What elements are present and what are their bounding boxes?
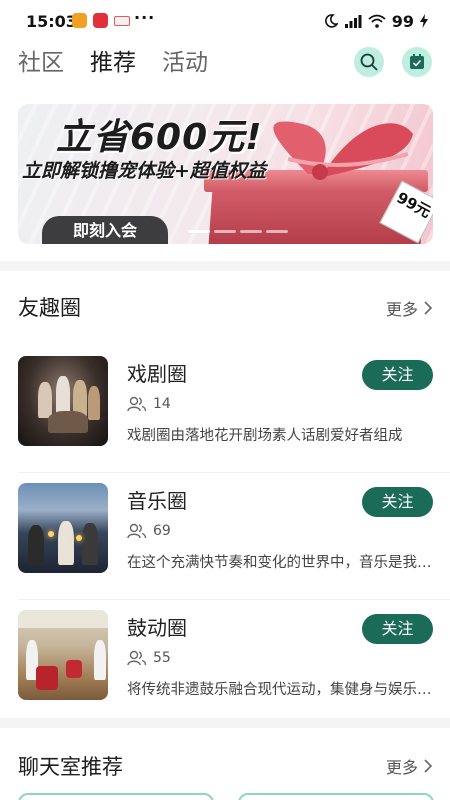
- circle-item[interactable]: 鼓动圈 55 将传统非遗鼓乐融合现代运动，集健身与娱乐于一体 关注: [0, 600, 450, 727]
- chatroom-more-link[interactable]: 更多: [386, 754, 432, 778]
- circles-section-title: 友趣圈: [18, 296, 81, 320]
- member-count-value: 55: [153, 650, 171, 666]
- charging-icon: [420, 14, 428, 28]
- section-divider: [0, 718, 450, 728]
- search-icon: [360, 53, 378, 71]
- tab-activity[interactable]: 活动: [162, 46, 208, 82]
- search-button[interactable]: [354, 47, 384, 77]
- circle-name: 音乐圈: [127, 489, 187, 513]
- member-count: 55: [127, 650, 171, 666]
- notification-app-icon: [72, 13, 87, 28]
- more-notifications-icon: ···: [134, 8, 156, 27]
- ribbon-bow-image: [273, 121, 413, 180]
- circle-thumbnail: [18, 356, 108, 446]
- banner-headline: 立省600元!: [56, 117, 263, 158]
- promo-banner[interactable]: 99元 立省600元! 立即解锁撸宠体验+超值权益 即刻入会: [18, 104, 433, 244]
- more-label: 更多: [385, 758, 418, 777]
- tab-recommend[interactable]: 推荐: [90, 46, 136, 83]
- chevron-right-icon: [424, 759, 432, 773]
- follow-button[interactable]: 关注: [362, 614, 433, 644]
- member-count-value: 14: [153, 396, 171, 412]
- section-divider: [0, 261, 450, 271]
- app-page: 15:03 ··· 99 社区 推荐 活动 99元 立省600元! 立即解锁撸宠…: [0, 0, 450, 800]
- circle-description: 将传统非遗鼓乐融合现代运动，集健身与娱乐于一体: [127, 682, 435, 698]
- member-count-value: 69: [153, 523, 171, 539]
- battery-level: 99: [391, 11, 414, 31]
- top-tabs: 社区 推荐 活动: [18, 46, 208, 83]
- chatroom-section-title: 聊天室推荐: [18, 755, 123, 779]
- circle-description: 戏剧圈由落地花开剧场素人话剧爱好者组成: [127, 428, 403, 444]
- calendar-check-icon: [410, 54, 424, 69]
- members-icon: [127, 650, 147, 666]
- status-indicators: 99: [324, 10, 428, 32]
- more-label: 更多: [385, 300, 418, 319]
- member-count: 14: [127, 396, 171, 412]
- chatroom-card[interactable]: [18, 793, 214, 800]
- status-time: 15:03: [26, 12, 77, 31]
- follow-button[interactable]: 关注: [362, 360, 433, 390]
- chevron-right-icon: [424, 301, 432, 315]
- pagination-dot: [214, 230, 236, 233]
- notification-app-icon: [114, 16, 130, 26]
- follow-button[interactable]: 关注: [362, 487, 433, 517]
- pagination-dot: [266, 230, 288, 233]
- tab-community[interactable]: 社区: [18, 46, 64, 82]
- circle-thumbnail: [18, 483, 108, 573]
- status-bar: 15:03 ··· 99: [0, 0, 450, 42]
- moon-icon: [324, 14, 338, 28]
- pagination-dot: [188, 230, 210, 233]
- circle-thumbnail: [18, 610, 108, 700]
- member-count: 69: [127, 523, 171, 539]
- circle-name: 鼓动圈: [127, 616, 187, 640]
- circles-more-link[interactable]: 更多: [386, 296, 432, 320]
- checkin-button[interactable]: [402, 47, 432, 77]
- circle-description: 在这个充满快节奏和变化的世界中，音乐是我们的陪伴: [127, 555, 435, 571]
- banner-subline: 立即解锁撸宠体验+超值权益: [22, 160, 266, 182]
- wifi-icon: [368, 14, 386, 28]
- banner-pagination: [188, 230, 288, 233]
- chatroom-card[interactable]: [238, 793, 434, 800]
- circle-item[interactable]: 音乐圈 69 在这个充满快节奏和变化的世界中，音乐是我们的陪伴 关注: [0, 473, 450, 600]
- circle-item[interactable]: 戏剧圈 14 戏剧圈由落地花开剧场素人话剧爱好者组成 关注: [0, 346, 450, 473]
- circle-name: 戏剧圈: [127, 362, 187, 386]
- members-icon: [127, 396, 147, 412]
- notification-app-icon: [93, 13, 108, 28]
- pagination-dot: [240, 230, 262, 233]
- chatroom-cards: [18, 793, 434, 800]
- members-icon: [127, 523, 147, 539]
- signal-icon: [344, 15, 362, 28]
- join-now-button[interactable]: 即刻入会: [42, 216, 168, 244]
